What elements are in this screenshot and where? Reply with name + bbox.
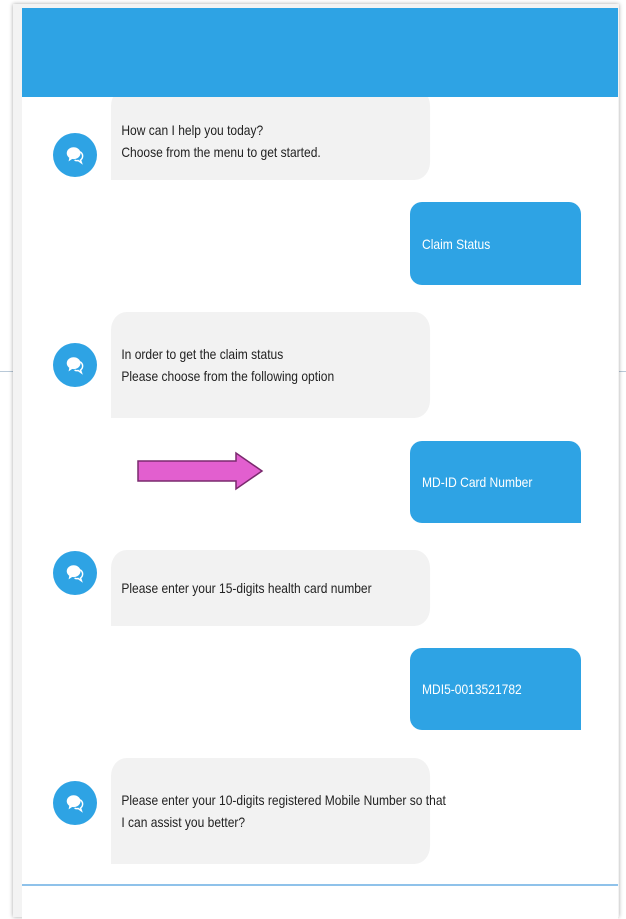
user-message-text: MDI5-0013521782: [422, 681, 522, 697]
bot-message: Please enter your 15-digits health card …: [111, 550, 431, 626]
chat-bubbles-icon: [66, 565, 84, 583]
message-list[interactable]: How can I help you today? Choose from th…: [22, 97, 618, 892]
chat-bubbles-icon: [66, 795, 84, 813]
right-arrow-icon: [137, 451, 264, 491]
chat-bubbles-icon: [66, 357, 84, 375]
bot-avatar: [53, 781, 97, 825]
bot-avatar: [53, 343, 97, 387]
bot-message-line: In order to get the claim status: [121, 346, 284, 362]
chat-widget: How can I help you today? Choose from th…: [22, 8, 618, 919]
chat-bubbles-icon: [66, 147, 84, 165]
user-message-text: Claim Status: [422, 235, 491, 252]
bot-avatar: [53, 551, 97, 595]
chat-input-area[interactable]: [22, 886, 618, 919]
bot-message: How can I help you today? Choose from th…: [111, 97, 431, 180]
chat-header: [22, 8, 618, 97]
user-message-text: MD-ID Card Number: [422, 474, 533, 490]
bot-message: Please enter your 10-digits registered M…: [111, 758, 446, 864]
user-message: MDI5-0013521782: [410, 648, 581, 730]
bot-avatar: [53, 133, 97, 177]
user-message: MD-ID Card Number: [410, 441, 581, 523]
bot-message-line: Please choose from the following option: [121, 368, 335, 384]
bot-message-line: Please enter your 15-digits health card …: [121, 580, 372, 596]
bot-message-line: How can I help you today?: [121, 122, 264, 138]
bot-message: In order to get the claim status Please …: [111, 312, 431, 418]
bot-message-line: Please enter your 10-digits registered M…: [121, 792, 446, 808]
bot-message-line: Choose from the menu to get started.: [121, 144, 321, 160]
bot-message-line: I can assist you better?: [121, 814, 246, 830]
user-message: Claim Status: [410, 202, 581, 285]
